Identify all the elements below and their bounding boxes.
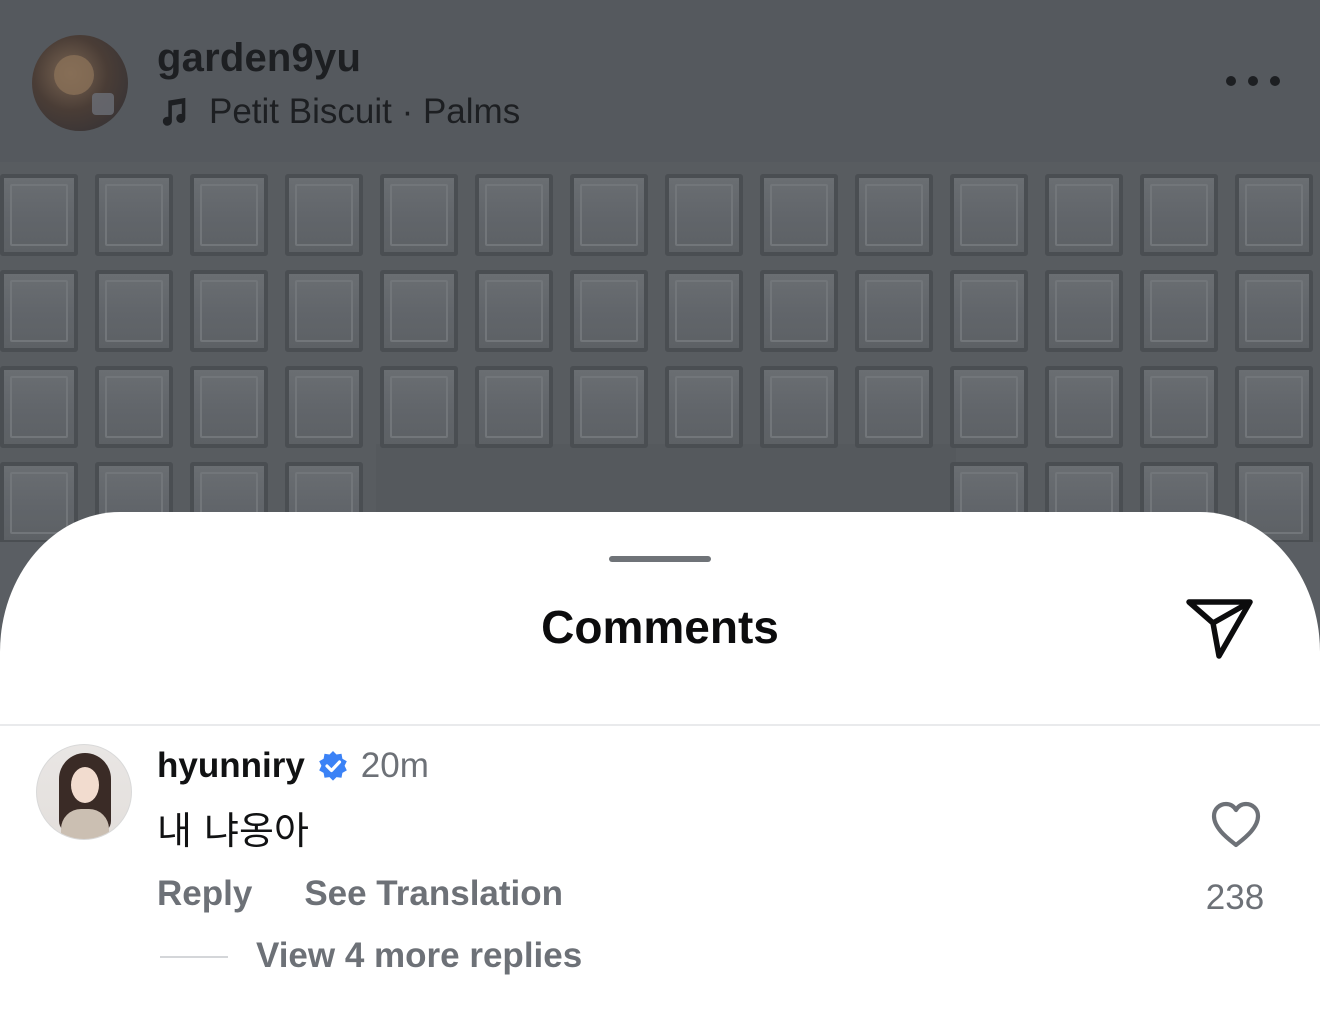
glass-block-tile (285, 270, 363, 352)
comment-timestamp: 20m (360, 746, 429, 785)
glass-block-tile (760, 174, 838, 256)
glass-block-tile (665, 174, 743, 256)
post-music-info[interactable]: Petit Biscuit · Palms (157, 92, 520, 132)
verified-badge-icon (318, 751, 347, 781)
like-count: 238 (1205, 878, 1265, 917)
post-image (0, 162, 1320, 542)
glass-block-tile (285, 366, 363, 448)
glass-block-tile (95, 270, 173, 352)
glass-block-tile (1045, 366, 1123, 448)
glass-block-tile (855, 366, 933, 448)
post-header: garden9yu Petit Biscuit · Palms (0, 0, 1320, 162)
glass-block-tile (855, 270, 933, 352)
see-translation-button[interactable]: See Translation (304, 874, 563, 914)
comment-header: hyunniry 20m (157, 746, 429, 786)
view-more-replies-button[interactable]: View 4 more replies (256, 936, 582, 976)
glass-block-tile (380, 366, 458, 448)
glass-block-tile (1235, 174, 1313, 256)
glass-block-tile (380, 174, 458, 256)
glass-block-tile (1140, 174, 1218, 256)
glass-block-tile (665, 270, 743, 352)
glass-block-tile (855, 174, 933, 256)
post-author-avatar[interactable] (32, 35, 128, 131)
glass-block-tile (1045, 174, 1123, 256)
glass-block-tile (380, 270, 458, 352)
share-button[interactable] (1184, 596, 1256, 662)
glass-block-tile (570, 270, 648, 352)
glass-block-tile (475, 270, 553, 352)
glass-block-tile (760, 366, 838, 448)
glass-block-tile (190, 270, 268, 352)
replies-connector-line (160, 956, 228, 958)
music-note-icon (162, 97, 186, 126)
commenter-avatar[interactable] (36, 744, 132, 840)
glass-block-tile (95, 174, 173, 256)
like-button[interactable] (1210, 800, 1262, 850)
ellipsis-icon (1226, 76, 1236, 86)
glass-block-tile (1140, 366, 1218, 448)
sheet-divider (0, 724, 1320, 726)
glass-block-tile (760, 270, 838, 352)
glass-block-tile (95, 366, 173, 448)
glass-block-tile (190, 366, 268, 448)
glass-block-tile (475, 366, 553, 448)
send-icon (1186, 599, 1253, 659)
glass-block-tile (1235, 366, 1313, 448)
heart-icon (1211, 801, 1261, 848)
more-options-button[interactable] (1226, 64, 1280, 98)
glass-block-tile (0, 270, 78, 352)
glass-block-tile (950, 366, 1028, 448)
sheet-title: Comments (541, 601, 779, 653)
reply-button[interactable]: Reply (157, 874, 252, 914)
glass-block-tile (1045, 270, 1123, 352)
music-label: Petit Biscuit · Palms (209, 92, 521, 131)
commenter-username[interactable]: hyunniry (157, 746, 305, 786)
comment-text: 내 냐옹아 (157, 809, 309, 853)
glass-block-tile (950, 270, 1028, 352)
comment-actions: Reply See Translation (157, 874, 563, 914)
glass-block-tile (570, 174, 648, 256)
glass-block-tile (570, 366, 648, 448)
glass-block-tile (475, 174, 553, 256)
glass-block-tile (665, 366, 743, 448)
glass-block-tile (0, 366, 78, 448)
glass-block-tile (0, 174, 78, 256)
glass-block-tile (1235, 270, 1313, 352)
glass-block-tile (285, 174, 363, 256)
post-author-username[interactable]: garden9yu (157, 36, 361, 81)
sheet-grabber[interactable] (609, 556, 711, 562)
glass-block-tile (190, 174, 268, 256)
glass-block-tile (1140, 270, 1218, 352)
glass-block-tile (950, 174, 1028, 256)
